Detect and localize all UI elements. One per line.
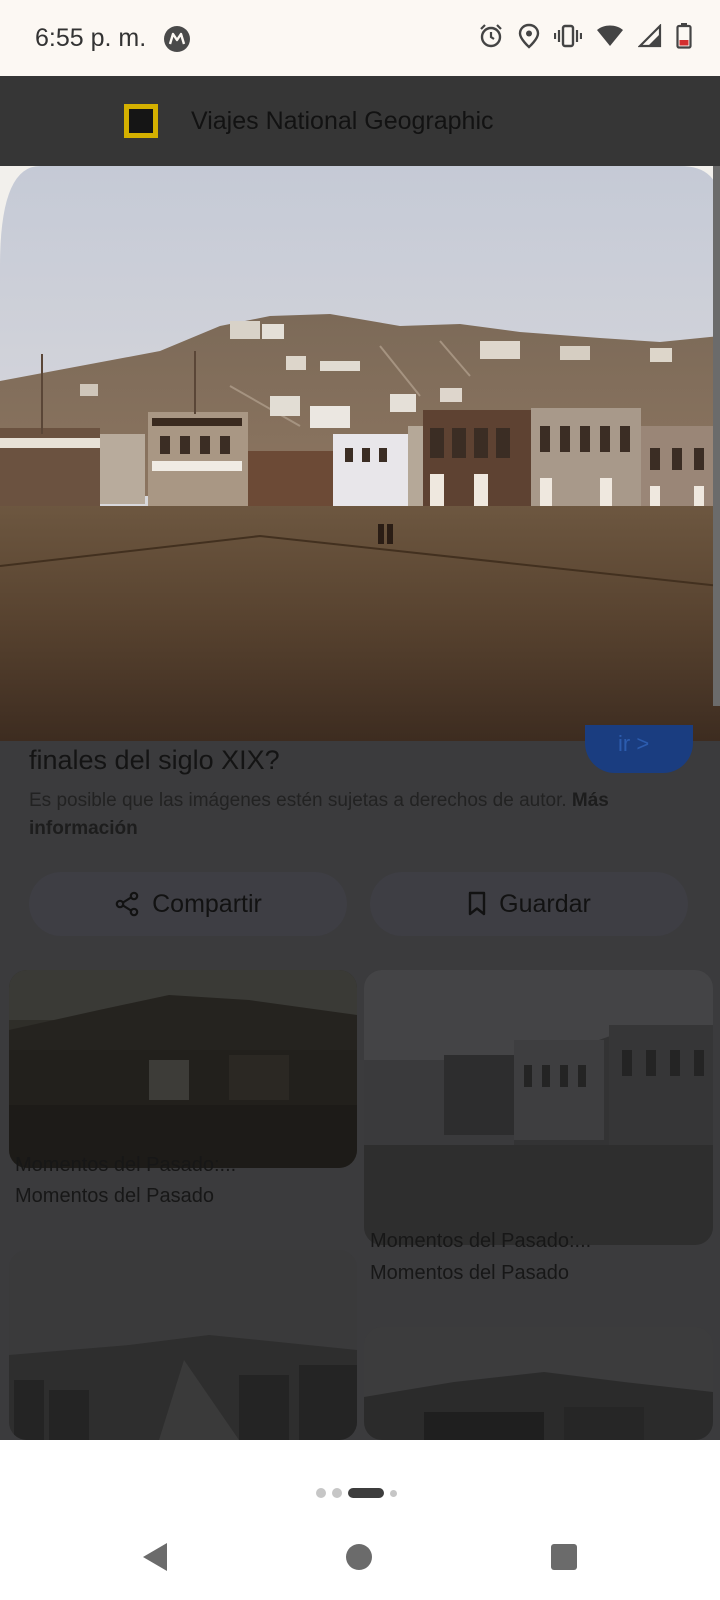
vibrate-icon [553, 23, 583, 54]
location-icon [518, 23, 540, 54]
share-button[interactable]: Compartir [29, 872, 347, 936]
recents-icon[interactable] [551, 1544, 577, 1570]
related-card[interactable] [9, 970, 357, 1168]
bottom-nav-area [0, 1440, 720, 1600]
related-source: Momentos del Pasado [15, 1185, 215, 1207]
source-name[interactable]: Viajes National Geographic [191, 107, 494, 136]
save-button[interactable]: Guardar [370, 872, 688, 936]
save-button-label: Guardar [499, 889, 591, 918]
related-thumbnail [9, 1250, 357, 1440]
related-card[interactable] [364, 1327, 713, 1440]
main-photo[interactable] [0, 166, 720, 741]
signal-icon [637, 22, 662, 53]
page-indicator [316, 1488, 397, 1498]
page-dot[interactable] [316, 1488, 326, 1498]
related-thumbnail [364, 1327, 713, 1440]
related-source: Momentos del Pasado [370, 1262, 570, 1284]
visit-button-label: ir > [618, 731, 650, 756]
scrollbar[interactable] [713, 166, 720, 706]
status-bar: 6:55 p. m. [0, 0, 720, 76]
related-title[interactable]: Momentos del Pasado:... [15, 1154, 236, 1177]
battery-icon [676, 22, 692, 54]
status-time: 6:55 p. m. [35, 24, 147, 52]
visit-button[interactable]: ir > [585, 725, 693, 773]
status-icons [478, 22, 692, 54]
home-icon[interactable] [346, 1544, 372, 1570]
related-card[interactable] [9, 1250, 357, 1440]
wifi-icon [596, 24, 624, 53]
back-icon[interactable] [140, 1540, 170, 1574]
related-card[interactable] [364, 970, 713, 1245]
bookmark-icon [468, 891, 486, 916]
share-icon [115, 891, 139, 917]
alarm-icon [478, 23, 504, 54]
copyright-notice: Es posible que las imágenes estén sujeta… [29, 787, 679, 843]
page-dot[interactable] [332, 1488, 342, 1498]
photo-image [0, 166, 720, 741]
related-thumbnail [9, 970, 357, 1168]
share-button-label: Compartir [152, 889, 262, 918]
page-dot[interactable] [390, 1489, 397, 1497]
copyright-text: Es posible que las imágenes estén sujeta… [29, 790, 567, 811]
image-title: finales del siglo XIX? [29, 745, 280, 775]
nat-geo-logo-icon [124, 104, 158, 138]
related-thumbnail [364, 970, 713, 1245]
motorola-icon [164, 26, 190, 52]
page-dot-active[interactable] [348, 1488, 384, 1498]
related-title[interactable]: Momentos del Pasado:... [370, 1230, 591, 1253]
